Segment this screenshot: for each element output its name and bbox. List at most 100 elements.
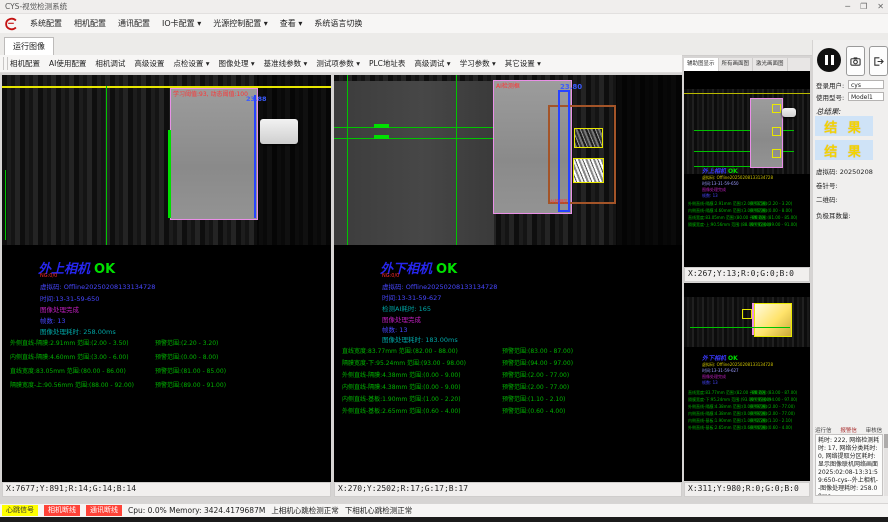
- measure-warn: 预警范围:(1.10 - 2.10): [750, 418, 792, 423]
- measure-warn: 预警范围:(94.00 - 97.00): [502, 360, 573, 367]
- mini-defect: [742, 309, 752, 319]
- roi-rect-pink: [170, 88, 258, 220]
- menu-item-comm-config[interactable]: 通讯配置: [118, 18, 150, 29]
- tool-spot-check[interactable]: 点检设置 ▾: [173, 58, 209, 69]
- tool-camera-debug[interactable]: 相机调试: [95, 58, 125, 69]
- tool-baseline-params[interactable]: 基准线参数 ▾: [264, 58, 308, 69]
- tool-learning-params[interactable]: 学习参数 ▾: [460, 58, 496, 69]
- gray-band: [334, 81, 494, 245]
- mini-measure-row: 直线宽度:83.77mm 范围:(82.00 - 88.00)预警范围:(83.…: [688, 390, 797, 396]
- vcode-line: 虚拟码: Offline20250208133134728: [40, 281, 155, 291]
- model-value[interactable]: Model1: [848, 92, 884, 101]
- mini-connector-shape: [782, 108, 796, 117]
- mini-frames: 帧数: 13: [702, 193, 718, 199]
- mini-defect-1: [772, 104, 781, 113]
- measure-value: 外侧直线-基板:2.65mm 范围:(0.60 - 4.00): [688, 425, 750, 431]
- green-line-1: [347, 75, 348, 245]
- mini-green-h: [690, 327, 790, 328]
- tool-advanced-debug[interactable]: 高级调试 ▾: [414, 58, 450, 69]
- vcode-line: 虚拟码: Offline20250208133134728: [382, 281, 497, 291]
- lower-cam-heartbeat-msg: 下相机心跳检测正常: [345, 505, 413, 516]
- measure-warn: 预警范围:(89.00 - 91.00): [155, 382, 226, 389]
- login-user-value[interactable]: cys: [848, 80, 884, 89]
- measure-warn: 预警范围:(0.00 - 8.00): [750, 208, 792, 213]
- time-line: 时间:13-31-59-650: [40, 293, 99, 303]
- camera-view-lower[interactable]: AI检测框 23.80 AI检测区 外下相机OK NG:0/0 虚拟码: Off…: [334, 75, 682, 482]
- tab-run-image[interactable]: 运行图像: [4, 37, 54, 56]
- measure-warn: 预警范围:(2.00 - 77.00): [750, 411, 795, 416]
- measure-warn: 预警范围:(94.00 - 97.00): [750, 397, 797, 402]
- green-line-2: [456, 75, 457, 245]
- tool-image-processing[interactable]: 图像处理 ▾: [219, 58, 255, 69]
- result-box-upper: 结 果: [815, 116, 873, 136]
- aux-tab-2[interactable]: 所有画面图: [719, 58, 754, 71]
- done-line: 图像处理完成: [40, 304, 79, 314]
- qr-code-label: 二维码:: [816, 194, 838, 204]
- green-line-edge: [5, 170, 6, 240]
- pause-icon: [831, 55, 834, 65]
- toolbar-grip: [3, 57, 8, 70]
- measure-warn: 预警范围:(2.20 - 3.20): [750, 201, 792, 206]
- scrollbar-thumb[interactable]: [884, 434, 888, 448]
- elapsed-line: 图像处理耗时: 258.00ms: [40, 326, 116, 336]
- mini-measure-row: 外侧直线-基板:2.65mm 范围:(0.60 - 4.00)预警范围:(0.6…: [688, 425, 792, 431]
- aux-tab-3[interactable]: 激光画面图: [753, 58, 788, 71]
- dark-overlay: [257, 75, 331, 245]
- statusbar: 心跳信号 相机断线 通讯断线 Cpu: 0.0% Memory: 3424.41…: [0, 503, 888, 517]
- measure-row: 内侧直线-隔膜:4.38mm 范围:(0.00 - 9.00)预警范围:(2.0…: [342, 382, 569, 391]
- snapshot-button[interactable]: [846, 46, 865, 76]
- aux-bottom-status: OK: [726, 355, 738, 362]
- menu-item-camera-config[interactable]: 相机配置: [74, 18, 106, 29]
- mini-measure-row: 隔膜宽度-下:95.24mm 范围:(93.00 - 98.00)预警范围:(9…: [688, 397, 797, 403]
- coord-readout-aux-bottom: X:311;Y:980;R:0;G:0;B:0: [684, 482, 810, 497]
- menu-item-light-config[interactable]: 光源控制配置 ▾: [213, 18, 268, 29]
- aux-view-bottom[interactable]: 外下相机OK 虚拟码: Offline20250208133134728 时间:…: [684, 283, 810, 481]
- tool-other-settings[interactable]: 其它设置 ▾: [505, 58, 541, 69]
- close-button[interactable]: ✕: [877, 0, 884, 14]
- menu-item-language[interactable]: 系统语言切换: [314, 18, 362, 29]
- ai-time-line: 检测AI耗时: 165: [382, 303, 431, 313]
- tool-ai-config[interactable]: AI使用配置: [49, 58, 86, 69]
- tool-test-params[interactable]: 测试项参数 ▾: [316, 58, 360, 69]
- mini-measure-row: 直线宽度:83.05mm 范围:(80.00 - 86.00)预警范围:(81.…: [688, 215, 797, 221]
- measure-warn: 预警范围:(2.00 - 77.00): [502, 372, 569, 379]
- tool-plc-table[interactable]: PLC地址表: [369, 58, 405, 69]
- tab-connector-shape: [260, 119, 298, 144]
- aux-view-top[interactable]: 外上相机OK 虚拟码: Offline20250208133134728 时间:…: [684, 71, 810, 267]
- minimize-button[interactable]: ─: [845, 0, 850, 14]
- menu-item-system-config[interactable]: 系统配置: [30, 18, 62, 29]
- sidebar: 登录用户: cys 使用型号: Model1 总结果: 结 果 结 果 虚拟码:…: [812, 40, 888, 503]
- menu-item-io-config[interactable]: IO卡配置 ▾: [162, 18, 201, 29]
- camera-view-upper[interactable]: 学习阈值:93, 动态阈值:100 23.88 外上相机OK NG:0/0 虚拟…: [2, 75, 331, 482]
- measure-value: 内侧直线-隔膜:4.60mm 范围:(3.00 - 6.00): [10, 352, 155, 361]
- comm-offline-badge: 通讯断线: [86, 505, 122, 516]
- camera-icon: [850, 56, 861, 67]
- aux-top-image: [684, 89, 810, 174]
- measure-value: 内侧直线-基板:1.90mm 范围:(1.00 - 2.20): [688, 418, 750, 424]
- measure-warn: 预警范围:(0.60 - 4.00): [750, 425, 792, 430]
- measure-value: 内侧直线-隔膜:4.38mm 范围:(0.00 - 9.00): [342, 382, 502, 391]
- measure-value: 直线宽度:83.77mm 范围:(82.00 - 88.00): [342, 346, 502, 355]
- measure-value: 外侧直线-基板:2.65mm 范围:(0.60 - 4.00): [342, 406, 502, 415]
- ai-box-label: AI检测框: [496, 81, 520, 90]
- pink-edge: [752, 303, 754, 335]
- titlebar: CYS-视觉检测系统: [0, 0, 888, 14]
- measure-warn: 预警范围:(81.00 - 85.00): [155, 368, 226, 375]
- menu-item-view[interactable]: 查看 ▾: [280, 18, 303, 29]
- roi-threshold-label: 学习阈值:93, 动态阈值:100: [173, 89, 248, 98]
- app-logo-icon: [4, 17, 18, 31]
- aux-tab-1[interactable]: 辅助图显示: [684, 58, 719, 71]
- pause-button[interactable]: [817, 48, 841, 72]
- tool-advanced-settings[interactable]: 高级设置: [134, 58, 164, 69]
- upper-cam-heartbeat-msg: 上相机心跳检测正常: [271, 505, 339, 516]
- green-marker: [374, 135, 389, 139]
- logout-button[interactable]: [869, 46, 888, 76]
- log-scrollbar[interactable]: [884, 434, 888, 496]
- aux-top-name: 外上相机: [702, 168, 726, 175]
- measure-row: 直线宽度:83.77mm 范围:(82.00 - 88.00)预警范围:(83.…: [342, 346, 573, 355]
- tool-camera-config[interactable]: 相机配置: [10, 58, 40, 69]
- mini-yellow-line: [684, 93, 810, 94]
- maximize-button[interactable]: ❐: [860, 0, 867, 14]
- mini-measure-row: 内侧直线-隔膜:4.38mm 范围:(0.00 - 9.00)预警范围:(2.0…: [688, 411, 795, 417]
- model-label: 使用型号:: [816, 92, 844, 102]
